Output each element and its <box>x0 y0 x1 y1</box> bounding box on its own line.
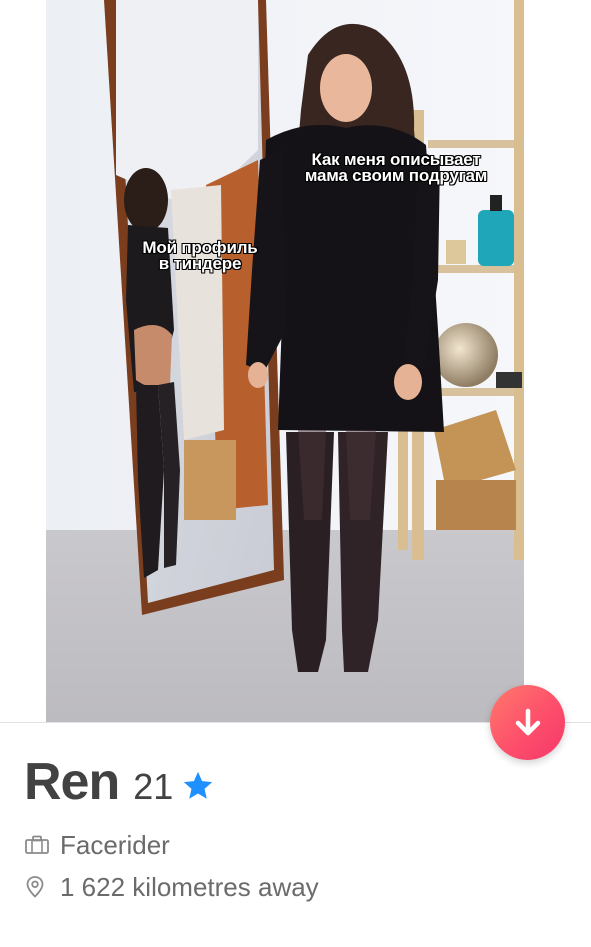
profile-distance: 1 622 kilometres away <box>60 871 319 902</box>
profile-info: Ren 21 Facerider 1 622 kilometres away <box>24 752 564 902</box>
location-row: 1 622 kilometres away <box>24 872 564 902</box>
profile-photo-area[interactable]: Как меня описывает мама своим подругам М… <box>0 0 591 722</box>
briefcase-icon <box>24 834 52 856</box>
profile-name: Ren <box>24 753 120 811</box>
arrow-down-icon <box>515 708 540 735</box>
profile-photo[interactable]: Как меня описывает мама своим подругам М… <box>46 0 524 722</box>
name-row: Ren 21 <box>24 752 564 816</box>
location-pin-icon <box>24 875 52 899</box>
meme-caption-mom: Как меня описывает мама своим подругам <box>278 151 514 185</box>
profile-age: 21 <box>133 766 174 807</box>
profile-card: Как меня описывает мама своим подругам М… <box>0 0 591 947</box>
star-icon <box>184 771 213 799</box>
job-row: Facerider <box>24 830 564 860</box>
meme-caption-mom-line2: мама своим подругам <box>304 166 488 185</box>
meme-caption-tinder: Мой профиль в тиндере <box>116 239 284 273</box>
collapse-profile-button[interactable] <box>490 685 565 760</box>
meme-caption-tinder-line2: в тиндере <box>158 254 242 273</box>
profile-job: Facerider <box>60 829 170 860</box>
